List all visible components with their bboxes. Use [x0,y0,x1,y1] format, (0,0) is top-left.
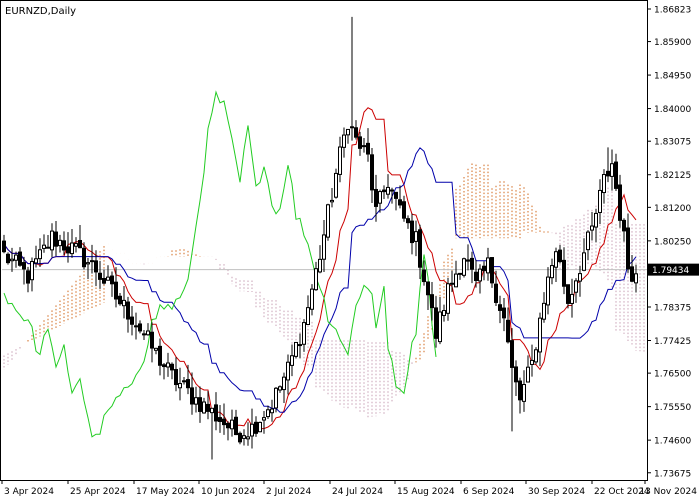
y-axis: 1.86823 1.85900 1.84950 1.84000 1.83075 1.821… [647,6,699,479]
candle [294,341,298,359]
y-tick-label: 1.85900 [654,38,691,48]
y-tick-label: 1.86823 [654,6,691,16]
candle [534,347,538,365]
candle [6,252,10,265]
x-tick-label: 25 Apr 2024 [70,487,126,497]
x-tick-label: 17 May 2024 [136,487,195,497]
y-tick-label: 1.76500 [654,370,691,380]
candle [334,168,338,199]
candle [258,421,262,433]
x-tick-label: 24 Jul 2024 [332,487,383,497]
x-tick-label: 13 Nov 2024 [639,487,697,497]
current-price-label: 1.79434 [652,266,689,276]
y-tick-label: 1.81200 [654,204,691,214]
y-tick-label: 1.75550 [654,403,691,413]
symbol-timeframe-label: EURNZD,Daily [5,6,76,17]
y-tick-label: 1.74600 [654,437,691,447]
x-tick-label: 2 Jul 2024 [266,487,311,497]
x-tick-label: 30 Sep 2024 [528,487,585,497]
y-tick-label: 1.73675 [654,469,691,479]
y-tick-label: 1.78375 [654,303,691,313]
candle [462,257,466,278]
chart-canvas: 1.86823 1.85900 1.84950 1.84000 1.83075 1.821… [0,0,700,500]
y-tick-label: 1.80250 [654,237,691,247]
x-tick-label: 6 Sep 2024 [463,487,515,497]
x-tick-label: 10 Jun 2024 [201,487,255,497]
chart-background [0,0,700,500]
x-tick-label: 15 Aug 2024 [397,487,455,497]
y-tick-label: 1.82125 [654,171,691,181]
y-tick-label: 1.84000 [654,105,691,115]
candle [326,203,330,241]
x-tick-label: 3 Apr 2024 [4,487,54,497]
y-tick-label: 1.83075 [654,138,691,148]
y-tick-label: 1.77425 [654,337,691,347]
y-tick-label: 1.84950 [654,72,691,82]
candle [490,257,494,288]
